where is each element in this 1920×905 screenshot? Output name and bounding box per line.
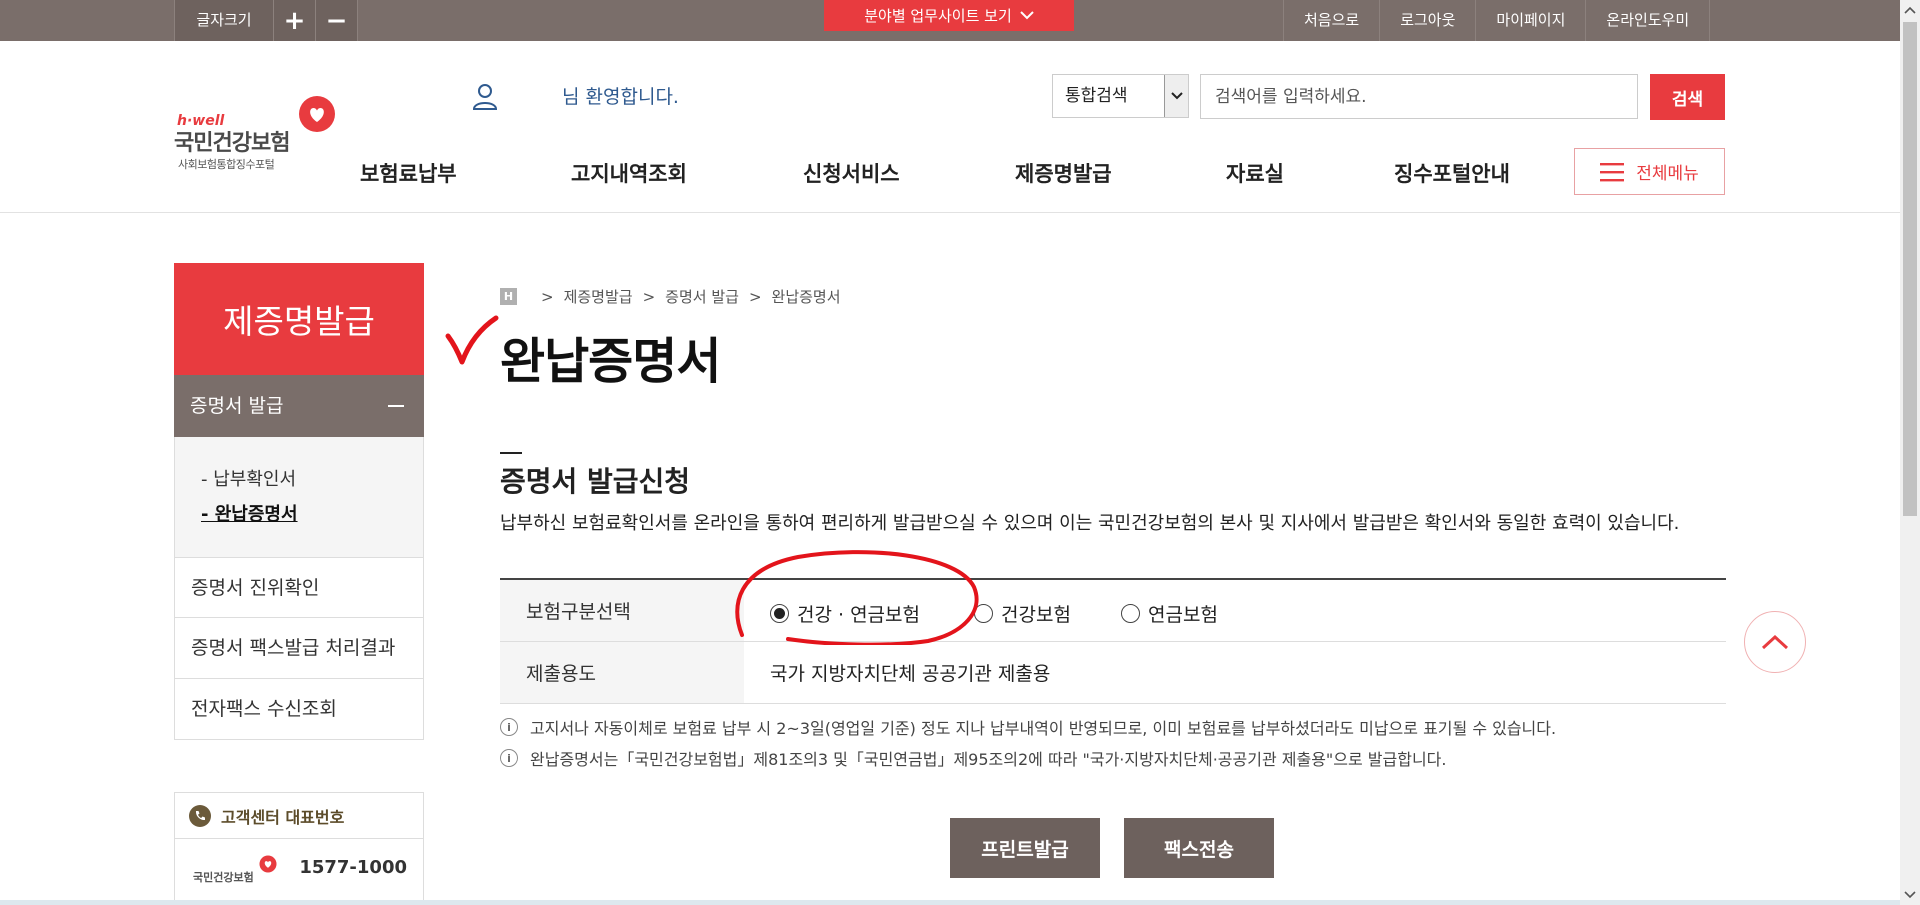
gnb-item-application-service[interactable]: 신청서비스: [803, 158, 900, 188]
application-form-table: 보험구분선택 건강 · 연금보험 건강보험 연금보험 제출용도 국가 지방자치단…: [500, 578, 1726, 704]
lnb-item-fax-result[interactable]: 증명서 팩스발급 처리결과: [174, 618, 424, 679]
chevron-up-icon: [1761, 634, 1789, 650]
page-title: 완납증명서: [500, 333, 721, 390]
search-input[interactable]: [1200, 74, 1638, 119]
breadcrumb-item[interactable]: 제증명발급: [564, 286, 633, 307]
chevron-down-icon: [1164, 75, 1188, 117]
radio-label: 건강보험: [1001, 604, 1071, 626]
mypage-link[interactable]: 마이페이지: [1475, 0, 1585, 41]
lnb-sub-item-payment-confirmation[interactable]: - 납부확인서: [201, 465, 296, 491]
heart-icon: [259, 855, 277, 873]
section-accent-bar: [500, 452, 522, 454]
customer-center-header: 고객센터 대표번호: [175, 793, 423, 839]
search-button[interactable]: 검색: [1650, 74, 1725, 120]
notice-item: i 완납증명서는「국민건강보험법」제81조의3 및「국민연금법」제95조의2에 …: [500, 746, 1447, 770]
lnb-item-efax-inquiry[interactable]: 전자팩스 수신조회: [174, 679, 424, 740]
field-site-label: 분야별 업무사이트 보기: [864, 7, 1012, 25]
utility-links: 처음으로 로그아웃 마이페이지 온라인도우미: [1283, 0, 1711, 41]
red-circle-annotation: [735, 550, 979, 645]
font-size-control: 글자크기 + −: [174, 0, 358, 41]
notice-item: i 고지서나 자동이체로 보험료 납부 시 2~3일(영업일 기준) 정도 지나…: [500, 715, 1556, 739]
lnb-group-label: 증명서 발급: [190, 395, 284, 417]
insurance-type-row: 보험구분선택 건강 · 연금보험 건강보험 연금보험: [500, 580, 1726, 642]
bottom-strip: [0, 900, 1900, 905]
customer-center-number: 1577-1000: [299, 857, 407, 878]
page-scrollbar[interactable]: [1900, 0, 1920, 905]
lnb-item-certificate-verification[interactable]: 증명서 진위확인: [174, 557, 424, 618]
gnb-item-portal-guide[interactable]: 징수포털안내: [1394, 158, 1510, 188]
breadcrumb: H > 제증명발급 > 증명서 발급 > 완납증명서: [500, 286, 841, 307]
phone-icon: [189, 804, 211, 827]
heart-icon: [299, 96, 335, 132]
field-site-dropdown-button[interactable]: 분야별 업무사이트 보기: [824, 0, 1074, 31]
home-link[interactable]: 처음으로: [1283, 0, 1379, 41]
collapse-icon: [388, 405, 404, 407]
logo-subtitle: 사회보험통합징수포털: [178, 158, 275, 171]
lnb-submenu: - 납부확인서 - 완납증명서: [174, 437, 424, 557]
breadcrumb-item-current: 완납증명서: [771, 288, 841, 306]
logout-link[interactable]: 로그아웃: [1379, 0, 1475, 41]
header-divider: [0, 212, 1900, 213]
font-size-decrease-button[interactable]: −: [316, 0, 358, 41]
submission-purpose-value: 국가 지방자치단체 공공기관 제출용: [770, 663, 1051, 685]
radio-button[interactable]: [1121, 604, 1140, 623]
breadcrumb-separator: >: [642, 287, 656, 306]
radio-label: 연금보험: [1148, 604, 1218, 626]
gnb-item-certificate-issuance[interactable]: 제증명발급: [1015, 158, 1112, 188]
scrollbar-thumb[interactable]: [1903, 22, 1917, 516]
chevron-down-icon: [1020, 11, 1034, 20]
cs-logo: 국민건강보험: [193, 855, 283, 889]
top-utility-bar: 글자크기 + − 분야별 업무사이트 보기 처음으로 로그아웃 마이페이지 온라…: [0, 0, 1900, 41]
insurance-type-label: 보험구분선택: [500, 580, 744, 641]
notice-text: 완납증명서는「국민건강보험법」제81조의3 및「국민연금법」제95조의2에 따라…: [530, 750, 1447, 769]
site-logo[interactable]: h·well 국민건강보험 사회보험통합징수포털: [174, 95, 344, 175]
red-checkmark-annotation: [445, 315, 499, 365]
gnb-item-resources[interactable]: 자료실: [1226, 158, 1284, 188]
online-help-link[interactable]: 온라인도우미: [1585, 0, 1711, 41]
scroll-to-top-button[interactable]: [1744, 611, 1806, 673]
customer-center-body: 국민건강보험 1577-1000: [175, 839, 423, 899]
search-category-value: 통합검색: [1065, 86, 1128, 106]
user-icon: [472, 84, 498, 110]
cs-logo-text: 국민건강보험: [193, 871, 254, 884]
submission-purpose-row: 제출용도 국가 지방자치단체 공공기관 제출용: [500, 642, 1726, 704]
scroll-down-icon[interactable]: [1900, 885, 1920, 905]
info-icon: i: [500, 718, 518, 736]
section-description: 납부하신 보험료확인서를 온라인을 통하여 편리하게 발급받으실 수 있으며 이…: [500, 513, 1680, 534]
home-icon[interactable]: H: [500, 288, 517, 305]
font-size-increase-button[interactable]: +: [274, 0, 316, 41]
welcome-message: 님 환영합니다.: [562, 86, 679, 108]
all-menu-label: 전체메뉴: [1636, 164, 1699, 184]
print-issue-button[interactable]: 프린트발급: [950, 818, 1100, 878]
lnb-sub-item-full-payment-certificate[interactable]: - 완납증명서: [201, 500, 298, 526]
breadcrumb-separator: >: [748, 287, 762, 306]
gnb-item-premium-payment[interactable]: 보험료납부: [360, 158, 457, 188]
fax-send-button[interactable]: 팩스전송: [1124, 818, 1274, 878]
radio-health[interactable]: 건강보험: [974, 600, 1071, 627]
search-category-select[interactable]: 통합검색: [1052, 74, 1189, 118]
customer-center-box: 고객센터 대표번호 국민건강보험 1577-1000: [174, 792, 424, 905]
hamburger-icon: [1600, 162, 1625, 181]
font-size-label: 글자크기: [174, 0, 274, 41]
customer-center-title: 고객센터 대표번호: [221, 807, 345, 827]
scroll-up-icon[interactable]: [1900, 0, 1920, 20]
info-icon: i: [500, 749, 518, 767]
lnb-group-certificate-issuance[interactable]: 증명서 발급: [174, 375, 424, 437]
section-title: 증명서 발급신청: [500, 465, 691, 498]
submission-purpose-label: 제출용도: [500, 642, 744, 703]
radio-pension[interactable]: 연금보험: [1121, 600, 1218, 627]
gnb-item-notice-inquiry[interactable]: 고지내역조회: [571, 158, 687, 188]
breadcrumb-item[interactable]: 증명서 발급: [665, 286, 739, 307]
logo-name: 국민건강보험: [174, 131, 290, 156]
notice-text: 고지서나 자동이체로 보험료 납부 시 2~3일(영업일 기준) 정도 지나 납…: [530, 719, 1557, 738]
lnb-title: 제증명발급: [174, 263, 424, 375]
all-menu-button[interactable]: 전체메뉴: [1574, 148, 1725, 195]
breadcrumb-separator: >: [541, 287, 554, 306]
